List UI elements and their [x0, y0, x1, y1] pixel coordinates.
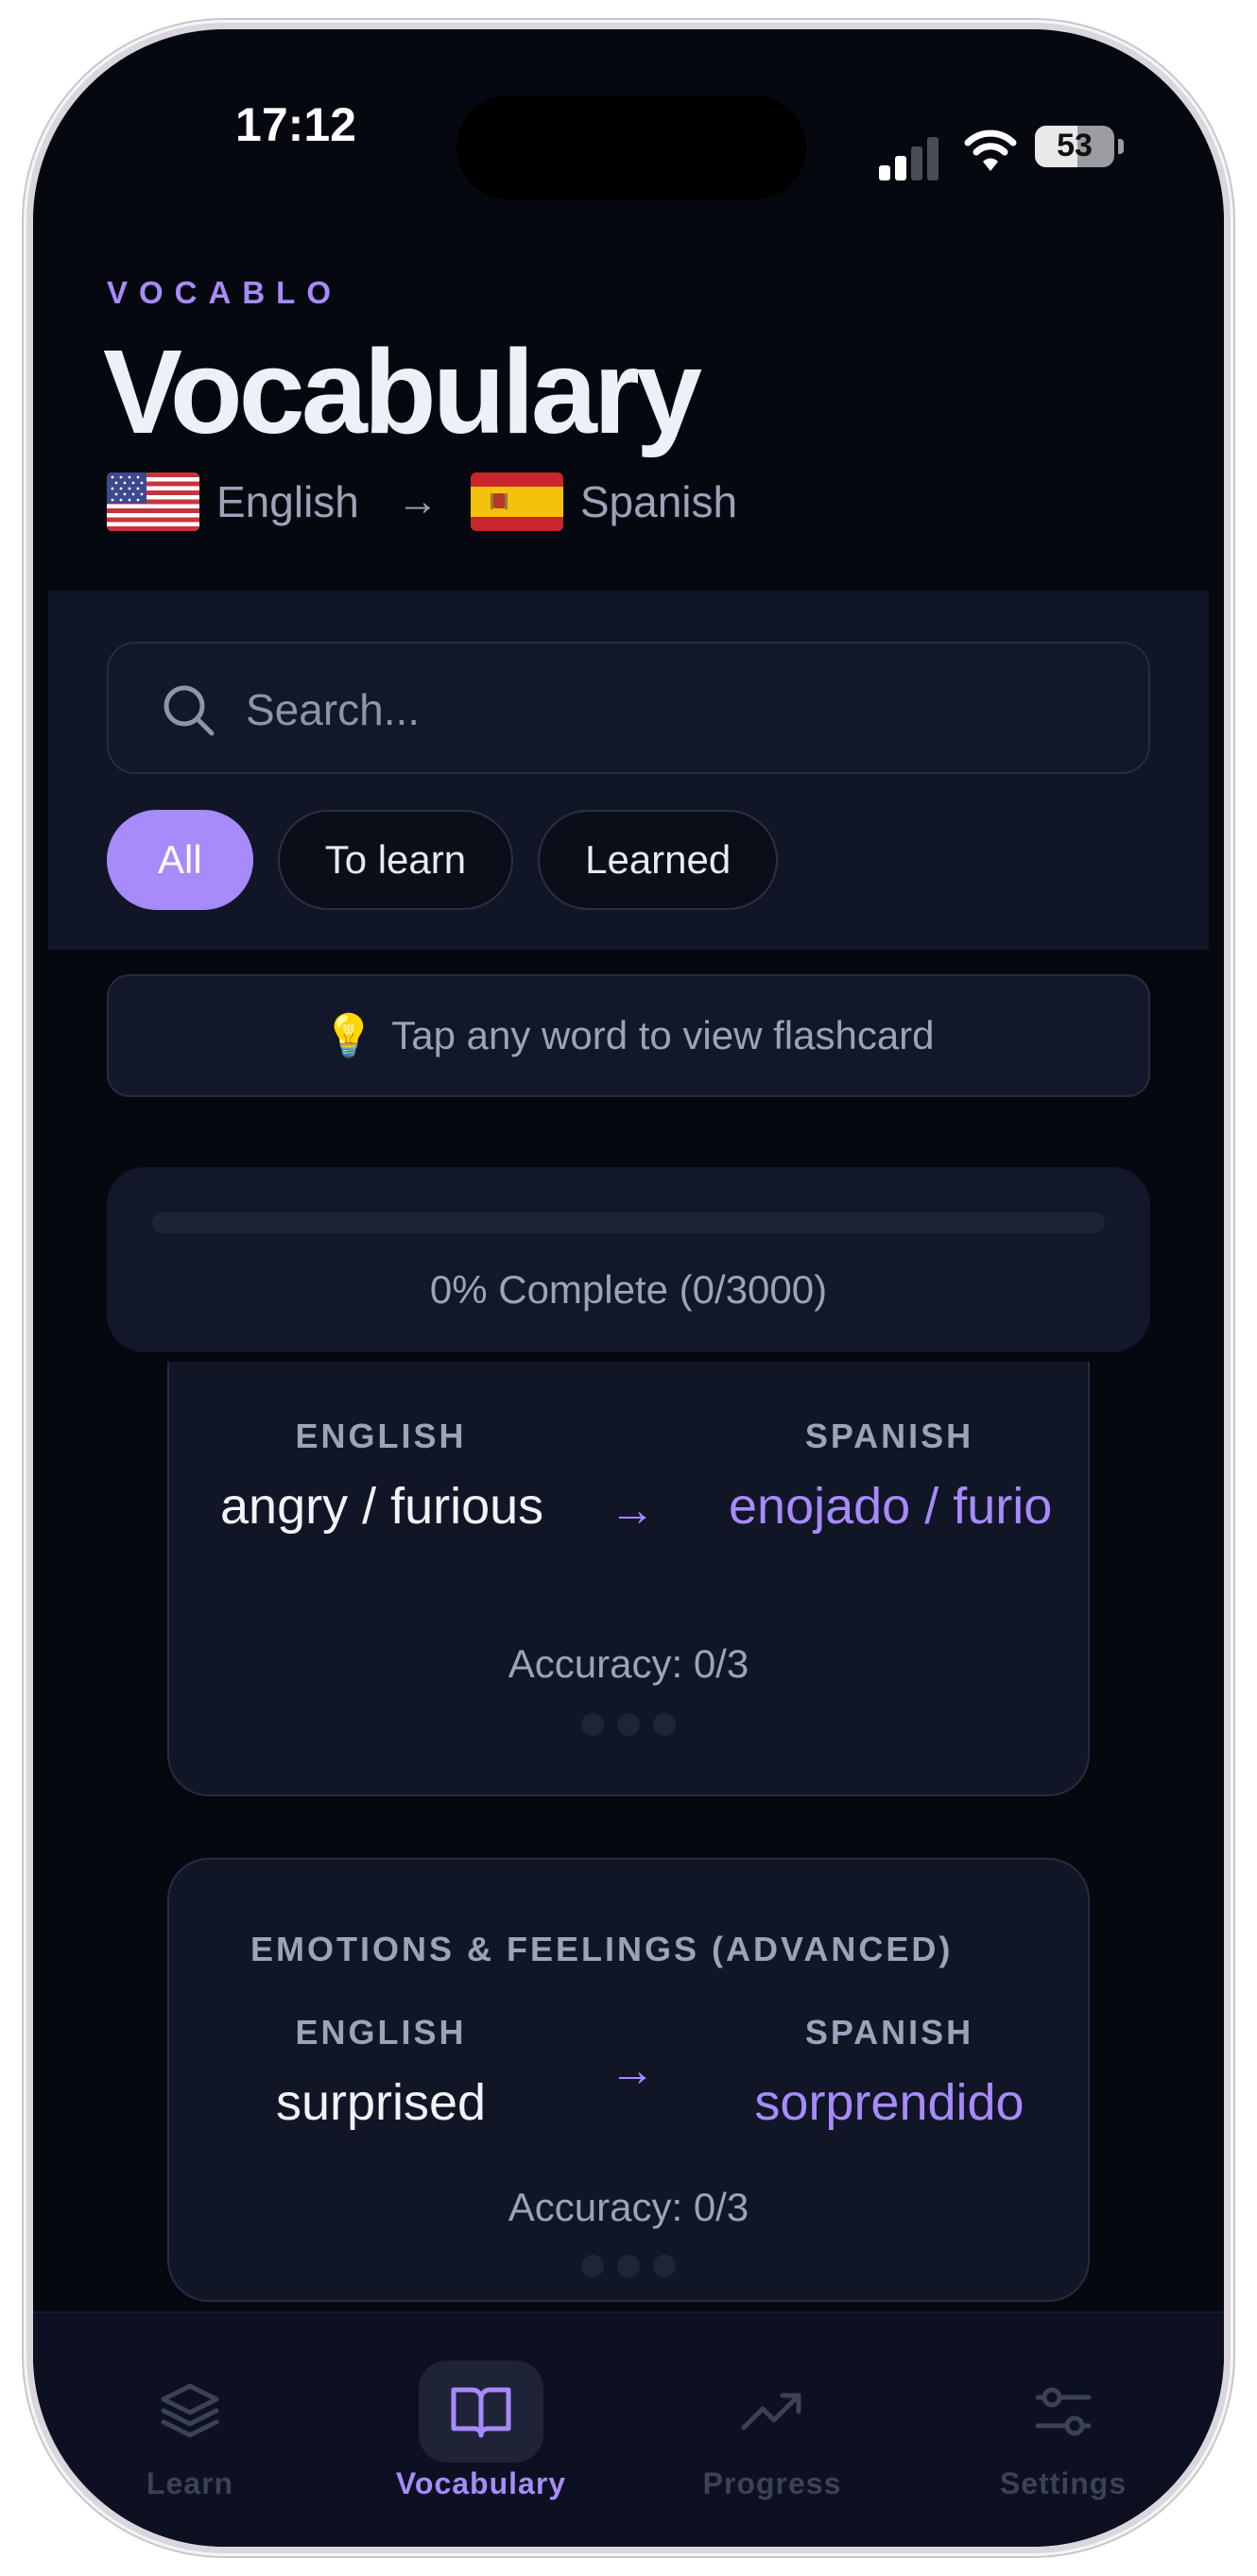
filter-chips: All To learn Learned [107, 810, 779, 910]
accuracy-dot [581, 2255, 604, 2277]
flashcard-hint: 💡 Tap any word to view flashcard [107, 974, 1150, 1097]
phone-frame: 17:12 53 VOCABLO Vocabulary English → Sp… [26, 23, 1231, 2553]
wifi-icon [964, 129, 1017, 171]
battery-level: 53 [1057, 128, 1093, 163]
source-word: angry / furious [220, 1478, 542, 1535]
tab-settings-label: Settings [999, 2466, 1128, 2500]
target-word: enojado / furioso [729, 1478, 1050, 1535]
search-input[interactable] [246, 672, 1120, 747]
source-column: ENGLISH surprised [220, 2013, 542, 2132]
accuracy-dot [653, 1713, 676, 1736]
spain-flag-icon [470, 472, 563, 531]
word-card[interactable]: EMOTIONS & FEELINGS (ADVANCED) ENGLISH s… [167, 1858, 1090, 2302]
target-language-label: SPANISH [804, 1417, 974, 1455]
accuracy-dot [617, 2255, 640, 2277]
battery-cap [1118, 139, 1124, 154]
app-screen: 17:12 53 VOCABLO Vocabulary English → Sp… [33, 29, 1224, 2547]
tab-vocabulary[interactable]: Vocabulary [358, 2361, 604, 2501]
signal-icon [879, 135, 939, 180]
language-pair: English → Spanish [107, 469, 737, 535]
filter-to-learn-chip[interactable]: To learn [277, 810, 514, 910]
arrow-right-icon: → [610, 1485, 655, 1536]
accuracy-dot [653, 2255, 676, 2277]
tab-vocabulary-label: Vocabulary [395, 2466, 567, 2500]
progress-card: 0% Complete (0/3000) [107, 1167, 1150, 1352]
search-box[interactable] [107, 642, 1150, 774]
search-icon [164, 685, 215, 736]
progress-bar [152, 1212, 1105, 1233]
tab-progress-icon-wrap [710, 2361, 835, 2463]
target-column: SPANISH sorprendido [729, 2013, 1050, 2132]
tab-vocabulary-icon-wrap [419, 2361, 543, 2463]
tab-learn-icon-wrap [128, 2361, 252, 2463]
tab-settings[interactable]: Settings [940, 2361, 1186, 2501]
arrow-right-icon: → [396, 478, 439, 524]
filter-panel: All To learn Learned [48, 591, 1209, 950]
trending-up-icon [741, 2393, 801, 2430]
tab-progress[interactable]: Progress [649, 2361, 895, 2501]
source-language-label: ENGLISH [295, 1417, 467, 1455]
filter-all-chip[interactable]: All [107, 810, 253, 910]
brand-name: VOCABLO [107, 275, 342, 310]
accuracy-dot [581, 1713, 604, 1736]
dynamic-island [456, 95, 806, 199]
book-icon [451, 2387, 511, 2438]
source-language-label: ENGLISH [295, 2013, 467, 2052]
tab-settings-icon-wrap [1001, 2361, 1126, 2463]
us-flag-icon [107, 472, 199, 531]
target-column: SPANISH enojado / furioso [729, 1417, 1050, 1536]
progress-text: 0% Complete (0/3000) [429, 1267, 828, 1312]
target-word: sorprendido [754, 2074, 1025, 2131]
battery-icon: 53 [1035, 126, 1114, 167]
word-card[interactable]: ENGLISH angry / furious → SPANISH enojad… [167, 1362, 1090, 1796]
source-word: surprised [275, 2074, 487, 2131]
tab-bar: Learn Vocabulary Progress Settings [33, 2311, 1224, 2547]
accuracy-text: Accuracy: 0/3 [508, 1641, 749, 1686]
source-column: ENGLISH angry / furious [220, 1417, 542, 1536]
target-language: Spanish [579, 477, 738, 526]
source-language: English [216, 477, 359, 526]
lightbulb-icon: 💡 [322, 1013, 375, 1059]
sliders-icon [1035, 2387, 1092, 2436]
accuracy-dots [169, 2255, 1088, 2277]
arrow-right-icon: → [610, 2046, 655, 2096]
target-language-label: SPANISH [804, 2013, 974, 2052]
accuracy-dot [617, 1713, 640, 1736]
page-title: Vocabulary [103, 325, 702, 458]
layers-icon [161, 2383, 219, 2438]
tab-learn[interactable]: Learn [67, 2361, 313, 2501]
accuracy-dots [169, 1713, 1088, 1736]
tab-progress-label: Progress [702, 2466, 842, 2500]
accuracy-text: Accuracy: 0/3 [508, 2185, 749, 2229]
filter-learned-chip[interactable]: Learned [538, 810, 779, 910]
word-category: EMOTIONS & FEELINGS (ADVANCED) [250, 1930, 954, 1968]
status-time: 17:12 [235, 98, 356, 151]
tab-learn-label: Learn [146, 2466, 234, 2500]
hint-text: Tap any word to view flashcard [391, 1013, 935, 1057]
